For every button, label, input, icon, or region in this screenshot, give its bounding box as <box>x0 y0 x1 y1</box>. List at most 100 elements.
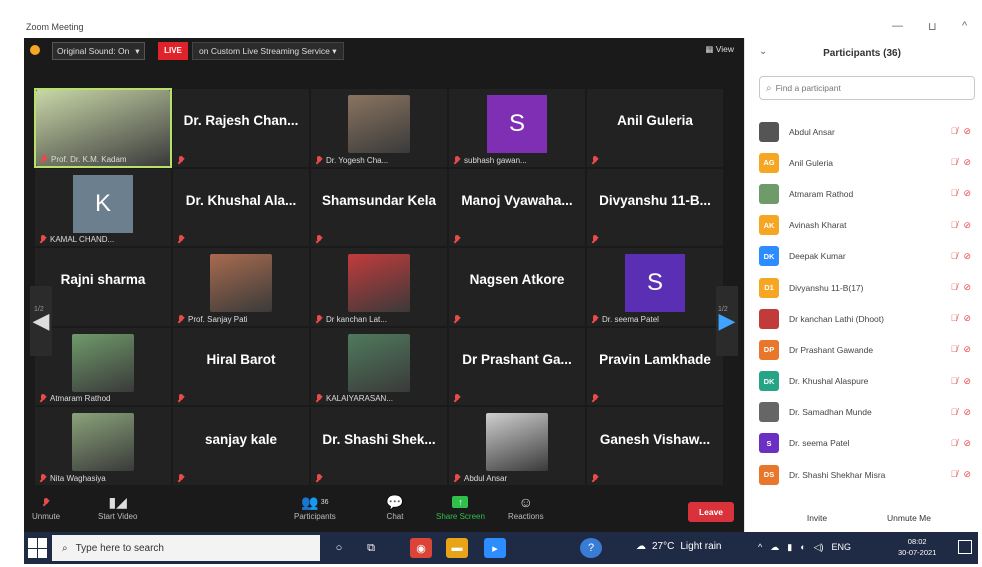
battery-icon[interactable]: ▮ <box>787 542 792 553</box>
participant-row[interactable]: S Dr. seema Patel 🎙̸ ⊘ <box>759 428 975 459</box>
video-tile[interactable]: Pravin Lamkhade <box>586 326 724 407</box>
meeting-topbar: Original Sound: On ▾ LIVE on Custom Live… <box>24 38 744 64</box>
participant-row[interactable]: DK Dr. Khushal Alaspure 🎙̸ ⊘ <box>759 366 975 397</box>
restore-button[interactable]: ⊔ <box>928 20 937 33</box>
help-icon[interactable]: ? <box>580 538 602 558</box>
chevron-up-icon[interactable]: ^ <box>758 542 762 553</box>
mic-muted-icon <box>591 473 599 483</box>
share-screen-label: Share Screen <box>436 512 485 521</box>
original-sound-dropdown[interactable]: Original Sound: On ▾ <box>52 42 145 60</box>
video-tile[interactable]: S Dr. seema Patel <box>586 247 724 327</box>
network-icon[interactable]: ◐ <box>800 542 805 553</box>
next-page-arrow-icon[interactable]: ▶ <box>716 286 738 356</box>
video-tile[interactable]: Dr. Khushal Ala... <box>172 167 310 248</box>
window-titlebar: Zoom Meeting — ⊔ ^ <box>24 18 978 40</box>
participant-status: 🎙̸ ⊘ <box>951 438 971 449</box>
weather-widget[interactable]: ☁ 27°C Light rain <box>636 541 721 552</box>
participant-row[interactable]: AG Anil Guleria 🎙̸ ⊘ <box>759 147 975 178</box>
participant-row[interactable]: Dr. Samadhan Munde 🎙̸ ⊘ <box>759 397 975 428</box>
participant-row[interactable]: Atmaram Rathod 🎙̸ ⊘ <box>759 178 975 209</box>
participant-search[interactable]: ⌕ <box>759 76 975 100</box>
participant-row[interactable]: AK Avinash Kharat 🎙̸ ⊘ <box>759 210 975 241</box>
video-tile[interactable]: KALAIYARASAN... <box>310 326 448 407</box>
video-tile[interactable]: Ganesh Vishaw... <box>586 406 724 486</box>
clock-date: 30-07-2021 <box>898 548 937 557</box>
participant-search-input[interactable] <box>775 83 956 93</box>
cortana-icon[interactable]: ○ <box>328 538 350 558</box>
video-tile[interactable]: Manoj Vyawaha... <box>448 167 586 248</box>
invite-button[interactable]: Invite <box>797 508 837 528</box>
live-stream-dropdown[interactable]: on Custom Live Streaming Service ▾ <box>192 42 344 60</box>
video-tile[interactable]: Hiral Barot <box>172 326 310 407</box>
volume-icon[interactable]: ◁) <box>814 542 824 553</box>
unmute-label: Unmute <box>32 512 61 521</box>
video-tile[interactable]: K KAMAL CHAND... <box>34 167 172 248</box>
participant-video <box>486 413 548 472</box>
mic-muted-icon <box>315 235 323 244</box>
video-tile[interactable]: Shamsundar Kela <box>310 167 448 248</box>
unmute-me-button[interactable]: Unmute Me <box>879 508 939 528</box>
chat-button[interactable]: 💬 Chat <box>384 494 406 522</box>
task-view-icon[interactable]: ⧉ <box>360 538 382 558</box>
video-off-icon: ⊘ <box>963 344 971 355</box>
cloud-sync-icon[interactable]: ☁ <box>770 542 779 553</box>
windows-start-icon[interactable] <box>28 538 48 558</box>
video-tile[interactable]: Ssubhash gawan... <box>448 88 586 168</box>
video-tile[interactable]: Anil Guleria <box>586 88 724 168</box>
video-tile[interactable]: Dr. Shashi Shek... <box>310 406 448 486</box>
participant-row[interactable]: DS Dr. Shashi Shekhar Misra 🎙̸ ⊘ <box>759 459 975 490</box>
taskbar-search[interactable]: ⌕ Type here to search <box>52 535 320 561</box>
video-tile[interactable]: Abdul Ansar <box>448 406 586 486</box>
unmute-button[interactable]: Unmute <box>32 494 60 521</box>
video-tile[interactable]: Atmaram Rathod <box>34 326 172 407</box>
participant-row[interactable]: DK Deepak Kumar 🎙̸ ⊘ <box>759 241 975 272</box>
participant-name: Dr. Samadhan Munde <box>789 407 872 418</box>
page-indicator-right: 1/2 <box>718 306 728 313</box>
mic-muted-icon: 🎙̸ <box>950 344 958 355</box>
video-tile[interactable]: Prof. Dr. K.M. Kadam <box>34 88 172 168</box>
video-tile[interactable]: Dr kanchan Lat... <box>310 247 448 327</box>
participant-display-name: Rajni sharma <box>60 272 146 288</box>
close-panel-button[interactable]: ^ <box>962 20 967 32</box>
participant-row[interactable]: DP Dr Prashant Gawande 🎙̸ ⊘ <box>759 334 975 365</box>
video-tile[interactable]: Rajni sharma <box>34 247 172 327</box>
mic-muted-icon: 🎙̸ <box>950 375 958 386</box>
participant-row[interactable]: D1 Divyanshu 11-B(17) 🎙̸ ⊘ <box>759 272 975 303</box>
mic-muted-icon <box>315 155 323 165</box>
zoom-icon[interactable]: ▸ <box>484 538 506 558</box>
leave-button[interactable]: Leave <box>688 502 734 522</box>
mic-muted-icon <box>453 473 461 483</box>
participant-row[interactable]: Abdul Ansar 🎙̸ ⊘ <box>759 116 975 147</box>
participants-button[interactable]: 👥 36 Participants <box>294 494 336 522</box>
tile-caption: KALAIYARASAN... <box>315 394 393 403</box>
taskbar-clock[interactable]: 08:02 30-07-2021 <box>898 536 936 558</box>
tile-caption <box>591 473 602 483</box>
os-taskbar: ⌕ Type here to search ○ ⧉ ◉ ▬ ▸ ? ☁ 27°C… <box>24 532 978 564</box>
avatar: D1 <box>759 277 779 298</box>
tile-caption-name: KAMAL CHAND... <box>50 235 115 245</box>
video-tile[interactable]: Nita Waghasiya <box>34 406 172 486</box>
tile-caption <box>177 235 188 244</box>
chrome-icon[interactable]: ◉ <box>410 538 432 558</box>
share-screen-button[interactable]: ↑ Share Screen <box>436 494 485 521</box>
notification-icon[interactable] <box>958 540 972 554</box>
video-tile[interactable]: Dr. Yogesh Cha... <box>310 88 448 168</box>
mic-muted-icon <box>39 394 47 403</box>
language-indicator[interactable]: ENG <box>832 542 852 553</box>
minimize-button[interactable]: — <box>892 20 903 32</box>
participant-display-name: Dr. Rajesh Chan... <box>183 113 299 129</box>
avatar: S <box>759 433 779 454</box>
video-tile[interactable]: Prof. Sanjay Pati <box>172 247 310 327</box>
start-video-button[interactable]: ▮◢ Start Video <box>98 494 137 522</box>
view-button[interactable]: ▦ View <box>705 44 734 55</box>
file-explorer-icon[interactable]: ▬ <box>446 538 468 558</box>
video-tile[interactable]: Dr. Rajesh Chan... <box>172 88 310 168</box>
video-tile[interactable]: Nagsen Atkore <box>448 247 586 327</box>
video-tile[interactable]: Dr Prashant Ga... <box>448 326 586 407</box>
prev-page-arrow-icon[interactable]: ◀ <box>30 286 52 356</box>
video-tile[interactable]: sanjay kale <box>172 406 310 486</box>
participant-row[interactable]: Dr kanchan Lathi (Dhoot) 🎙̸ ⊘ <box>759 303 975 334</box>
shield-icon[interactable] <box>30 45 40 55</box>
video-tile[interactable]: Divyanshu 11-B... <box>586 167 724 248</box>
reactions-button[interactable]: ☺ Reactions <box>508 494 544 521</box>
